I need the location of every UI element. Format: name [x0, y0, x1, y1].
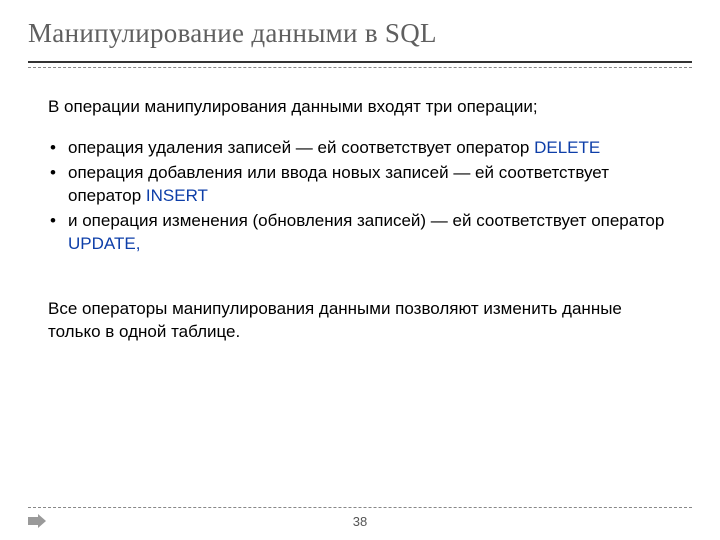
list-item: операция добавления или ввода новых запи… — [48, 162, 672, 208]
footer: 38 — [0, 507, 720, 528]
intro-text: В операции манипулирования данными входя… — [48, 96, 672, 119]
sql-keyword: INSERT — [146, 186, 208, 205]
sql-keyword: UPDATE, — [68, 234, 140, 253]
list-item: операция удаления записей — ей соответст… — [48, 137, 672, 160]
bullet-list: операция удаления записей — ей соответст… — [48, 137, 672, 256]
footer-divider — [28, 507, 692, 508]
divider-dashed — [28, 67, 692, 68]
list-item: и операция изменения (обновления записей… — [48, 210, 672, 256]
divider-solid — [28, 61, 692, 63]
footer-row: 38 — [28, 514, 692, 528]
bullet-text-pre: и операция изменения (обновления записей… — [68, 211, 664, 230]
slide: Манипулирование данными в SQL В операции… — [0, 0, 720, 540]
content-block: В операции манипулирования данными входя… — [28, 96, 692, 344]
arrow-right-icon — [28, 514, 46, 528]
page-title: Манипулирование данными в SQL — [28, 18, 692, 49]
bullet-text-pre: операция удаления записей — ей соответст… — [68, 138, 534, 157]
footnote-text: Все операторы манипулирования данными по… — [48, 298, 672, 344]
sql-keyword: DELETE — [534, 138, 600, 157]
page-number: 38 — [353, 514, 367, 529]
